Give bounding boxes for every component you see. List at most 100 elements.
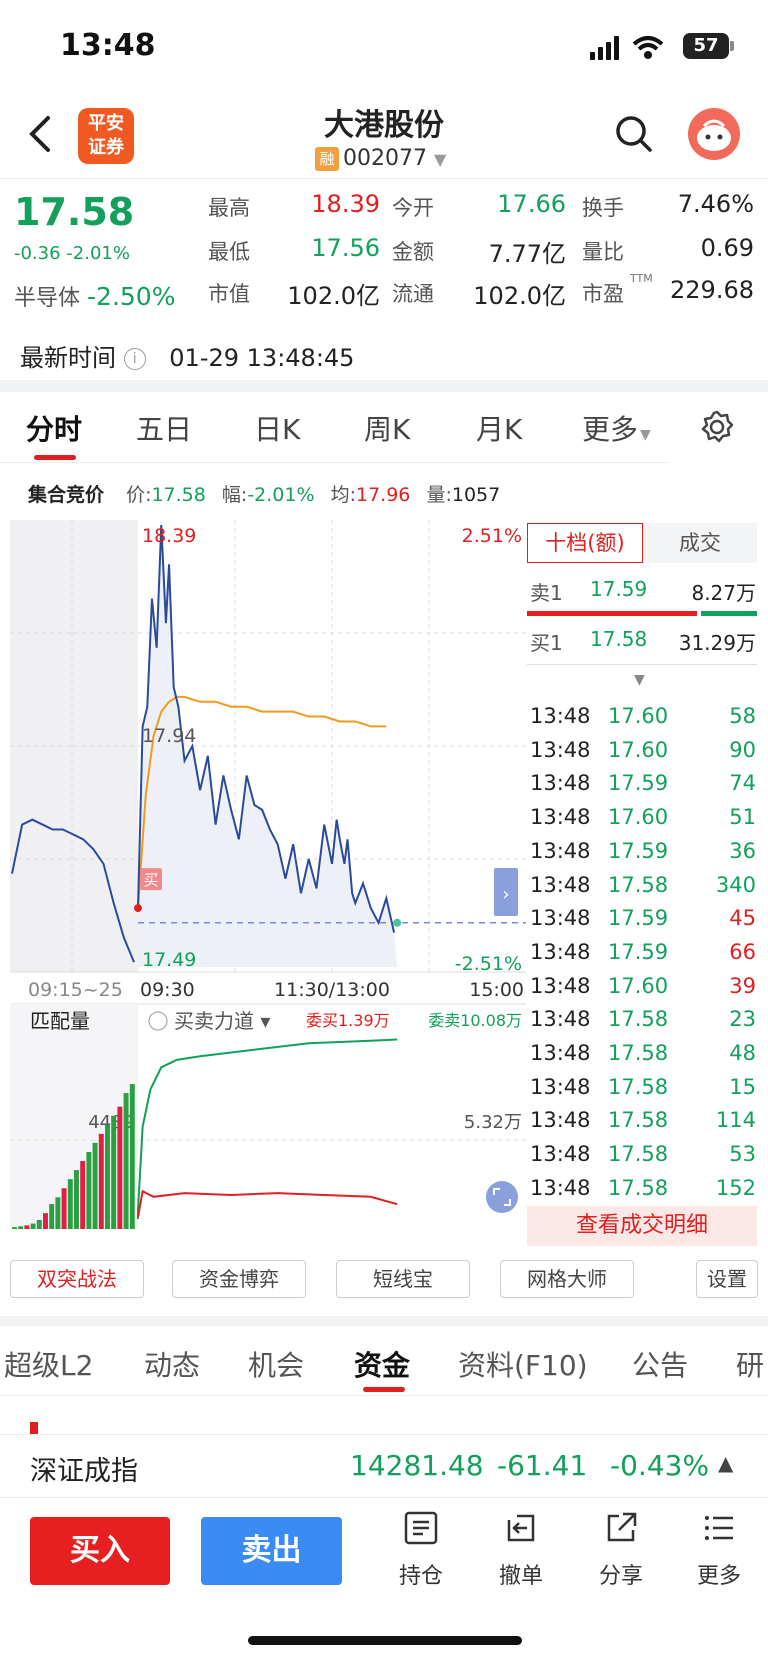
time-label: 09:15~25 [28,979,123,1001]
section-tab[interactable]: 研 [736,1344,764,1384]
chart-tab[interactable]: 日K [254,408,300,448]
holdings-button[interactable]: 持仓 [386,1510,456,1590]
sector-row[interactable]: 半导体 -2.50% [14,280,175,312]
active-tab-indicator [34,455,76,460]
trade-row: 13:48 17.58 114 [530,1108,756,1140]
volume-bar [55,1197,61,1229]
ask-volume-label: 委卖10.08万 [428,1011,522,1030]
sector-label: 半导体 [14,286,81,311]
trade-price: 17.60 [608,805,669,830]
buy-button[interactable]: 买入 [30,1517,170,1585]
divider [527,664,757,665]
trade-time: 13:48 [530,1041,591,1065]
info-icon[interactable]: i [123,348,146,370]
bid-row: 买1 17.58 31.29万 [530,627,756,656]
trade-row: 13:48 17.59 36 [530,839,756,871]
trade-row: 13:48 17.58 15 [530,1075,756,1107]
trade-volume: 45 [729,906,756,931]
section-tab[interactable]: 机会 [248,1344,304,1384]
cancel-order-button[interactable]: 撤单 [486,1510,556,1590]
trade-volume: 36 [729,838,756,863]
trade-time: 13:48 [530,805,591,830]
intraday-chart[interactable]: 买18.39 2.51%17.9417.49 -2.51%›09:15~25 09:3… [10,520,526,1245]
section-gap [0,1316,768,1326]
tab-trades[interactable]: 成交 [643,523,757,563]
settings-gear-icon[interactable] [700,410,734,448]
sell-button[interactable]: 卖出 [201,1517,342,1585]
tool-button[interactable]: 双突战法 [10,1260,144,1298]
auction-info: 集合竞价 价:17.58 幅:-2.01% 均:17.96 量:1057 [28,480,500,507]
tool-button[interactable]: 资金博弈 [172,1260,306,1298]
assistant-avatar-icon[interactable] [688,108,740,160]
auction-avg: 17.96 [356,484,411,506]
divider [0,178,768,179]
bid-volume-label: 委买1.39万 [306,1011,390,1030]
index-bar[interactable]: 深证成指 14281.48 -61.41 -0.43% ▲ [0,1434,768,1498]
trade-volume: 58 [729,704,756,728]
section-tab[interactable]: 资料(F10) [458,1344,588,1384]
chart-tab[interactable]: 周K [364,408,410,448]
volume-bar [30,1223,36,1229]
expand-down-icon[interactable]: ▼ [634,672,645,688]
chart-tab[interactable]: 月K [476,408,522,448]
signal-wifi-icons [590,34,676,64]
share-label: 分享 [598,1564,643,1589]
trade-time: 13:48 [530,704,591,728]
trade-time: 13:48 [530,737,591,762]
trade-detail-button[interactable]: 查看成交明细 [527,1206,757,1246]
volume-bar [117,1106,123,1229]
section-tab[interactable]: 动态 [144,1344,200,1384]
cancel-order-label: 撤单 [498,1564,543,1589]
trade-price: 17.58 [608,1074,669,1099]
tool-button[interactable]: 短线宝 [336,1260,470,1298]
stat-value: 18.39 [311,190,380,218]
chart-tab[interactable]: 五日 [136,408,192,448]
subchart-mid-right: 5.32万 [464,1112,522,1133]
trade-volume: 74 [729,771,756,796]
stat-value: 0.69 [700,234,754,262]
trade-price: 17.60 [608,973,669,998]
share-button[interactable]: 分享 [586,1510,656,1590]
more-button[interactable]: 更多 [684,1510,754,1590]
trade-price: 17.58 [608,1142,669,1167]
tab-depth[interactable]: 十档(额) [527,523,643,563]
volume-bar [24,1225,30,1229]
fullscreen-icon [486,1181,518,1213]
trade-row: 13:48 17.58 340 [530,873,756,905]
chart-tab-label: 分时 [26,413,83,446]
trade-row: 13:48 17.58 53 [530,1142,756,1174]
trade-volume: 66 [729,939,756,964]
volume-bar [12,1227,17,1229]
tool-button[interactable]: 网格大师 [500,1260,634,1298]
subchart-tab-strength: 买卖力道 ▾ [174,1009,270,1033]
trade-volume: 340 [715,872,756,897]
more-menu-icon [705,1516,733,1540]
sector-change: -2.50% [87,282,176,311]
section-tab[interactable]: 公告 [632,1344,688,1384]
stat-value: 102.0亿 [473,282,566,310]
home-indicator [248,1636,522,1645]
ask-price: 17.59 [590,577,648,601]
trade-time: 13:48 [530,1108,591,1133]
trade-time: 13:48 [530,906,591,931]
trade-row: 13:48 17.58 152 [530,1176,756,1208]
stat-value: 102.0亿 [287,282,380,310]
chart-tab[interactable]: 分时 [26,408,82,448]
info-icon [148,1011,168,1031]
expand-up-icon[interactable]: ▲ [718,1451,733,1475]
trade-row: 13:48 17.60 90 [530,738,756,770]
tool-button[interactable]: 设置 [696,1260,758,1298]
volume-bar [92,1142,98,1229]
section-tab[interactable]: 资金 [354,1344,410,1384]
chart-tab[interactable]: 更多 ▼ [582,408,651,448]
low-label: 17.49 [142,949,196,971]
section-tab[interactable]: 超级L2 [4,1344,93,1384]
stock-code-row[interactable]: 融 002077 ▼ [315,146,446,171]
bid-amount: 31.29万 [678,631,756,655]
trade-time: 13:48 [530,1074,591,1099]
search-icon[interactable] [614,114,654,158]
index-name: 深证成指 [30,1456,138,1487]
time-label: 11:30/13:00 [274,979,390,1001]
high-pct-label: 2.51% [462,525,522,547]
trade-price: 17.58 [608,1007,669,1032]
